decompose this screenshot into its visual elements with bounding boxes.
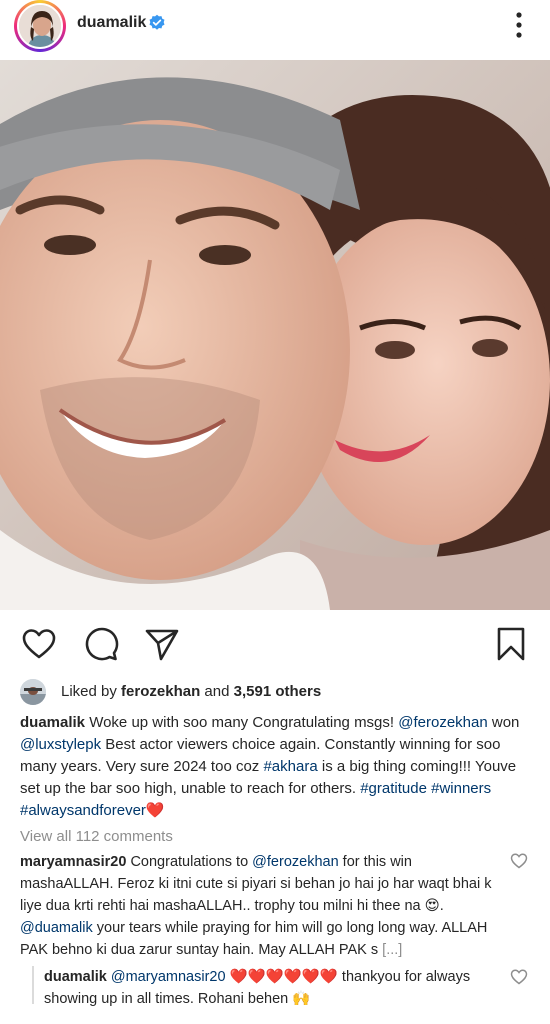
verified-badge-icon: [149, 14, 165, 30]
caption-username[interactable]: duamalik: [20, 714, 85, 731]
hashtag-akhara[interactable]: #akhara: [263, 758, 317, 775]
hashtag-winners[interactable]: #winners: [431, 780, 491, 797]
mention-maryamnasir20[interactable]: @maryamnasir20: [107, 969, 226, 985]
post-header: duamalik: [0, 0, 550, 52]
likes-text: Liked by ferozekhan and 3,591 others: [61, 683, 322, 700]
reply-username[interactable]: duamalik: [44, 969, 107, 985]
likes-count[interactable]: 3,591 others: [234, 683, 322, 700]
comment-icon[interactable]: [83, 626, 119, 662]
action-bar: [0, 620, 550, 668]
likes-row[interactable]: Liked by ferozekhan and 3,591 others: [20, 677, 540, 705]
post-username[interactable]: duamalik: [77, 14, 146, 32]
mention-duamalik[interactable]: @duamalik: [20, 920, 93, 936]
liker-avatar: [20, 679, 46, 705]
mention-ferozekhan[interactable]: @ferozekhan: [398, 714, 487, 731]
more-link[interactable]: [...]: [382, 942, 402, 958]
reply-like-heart-icon[interactable]: [510, 968, 528, 986]
mention-luxstylepk[interactable]: @luxstylepk: [20, 736, 101, 753]
hashtag-alwaysandforever[interactable]: #alwaysandforever: [20, 802, 146, 819]
heart-icon[interactable]: [21, 626, 57, 662]
view-all-comments[interactable]: View all 112 comments: [20, 828, 173, 845]
post-image[interactable]: [0, 60, 550, 610]
reply-divider: [32, 966, 34, 1004]
send-icon[interactable]: [144, 626, 180, 662]
more-vertical-icon[interactable]: [505, 10, 533, 40]
bookmark-icon[interactable]: [493, 626, 529, 662]
comment: maryamnasir20 Congratulations to @feroze…: [20, 854, 492, 958]
post-caption: duamalik Woke up with soo many Congratul…: [20, 714, 520, 819]
mention-ferozekhan[interactable]: @ferozekhan: [252, 854, 338, 870]
reply-comment: duamalik @maryamnasir20 ❤️❤️❤️❤️❤️❤️ tha…: [44, 969, 471, 1006]
avatar-image: [17, 3, 63, 49]
liker-username[interactable]: ferozekhan: [121, 683, 200, 700]
comment-like-heart-icon[interactable]: [510, 852, 528, 870]
comment-username[interactable]: maryamnasir20: [20, 854, 126, 870]
profile-avatar[interactable]: [14, 0, 66, 52]
hashtag-gratitude[interactable]: #gratitude: [360, 780, 427, 797]
